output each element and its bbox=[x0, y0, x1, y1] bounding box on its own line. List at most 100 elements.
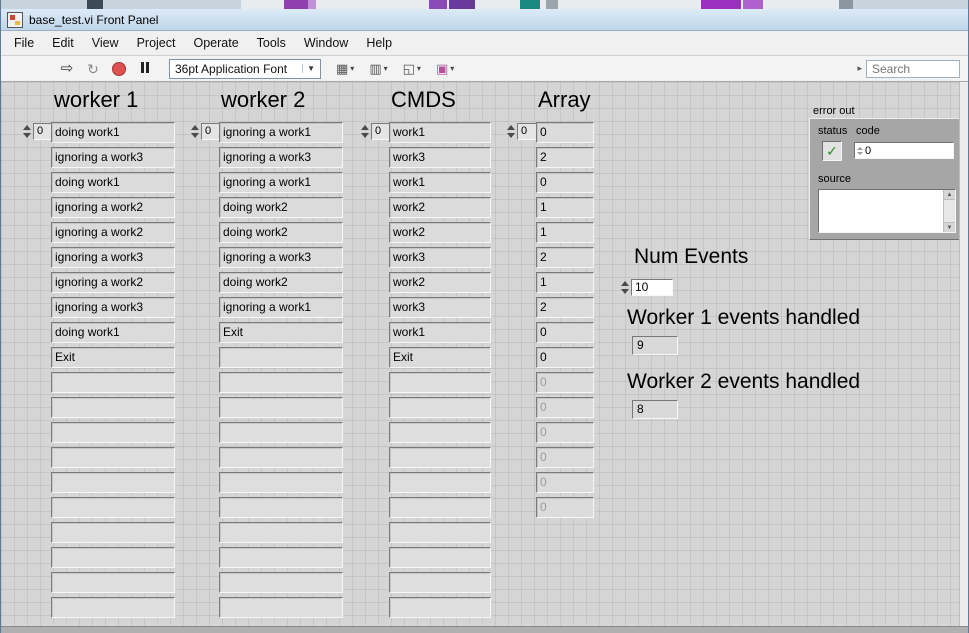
vertical-scrollbar[interactable] bbox=[959, 82, 968, 626]
array-cell[interactable]: 0 bbox=[536, 172, 594, 193]
worker1-cell[interactable]: Exit bbox=[51, 347, 175, 368]
increment-decrement-icon[interactable] bbox=[23, 125, 31, 138]
worker2-cell[interactable]: ignoring a work3 bbox=[219, 147, 343, 168]
worker1-cell[interactable]: doing work1 bbox=[51, 172, 175, 193]
array-cell[interactable]: 2 bbox=[536, 247, 594, 268]
worker1-cell[interactable] bbox=[51, 372, 175, 393]
horizontal-scrollbar[interactable] bbox=[1, 626, 968, 633]
cmds-cell[interactable] bbox=[389, 572, 491, 593]
worker2-cell[interactable]: doing work2 bbox=[219, 197, 343, 218]
array-cell[interactable]: 0 bbox=[536, 322, 594, 343]
search-scope-icon[interactable]: ▸ bbox=[857, 63, 862, 74]
num-events-control[interactable]: 10 bbox=[621, 279, 673, 296]
worker1-cell[interactable] bbox=[51, 572, 175, 593]
array-cell[interactable]: 0 bbox=[536, 422, 594, 443]
cmds-cell[interactable] bbox=[389, 422, 491, 443]
cmds-cell[interactable]: work3 bbox=[389, 147, 491, 168]
cmds-cell[interactable]: work1 bbox=[389, 122, 491, 143]
increment-decrement-icon[interactable] bbox=[507, 125, 515, 138]
worker2-cell[interactable] bbox=[219, 397, 343, 418]
titlebar[interactable]: base_test.vi Front Panel bbox=[1, 9, 968, 31]
worker2-cell[interactable] bbox=[219, 347, 343, 368]
menu-help[interactable]: Help bbox=[357, 33, 401, 53]
align-objects-dropdown[interactable]: ▦ ▾ bbox=[333, 60, 357, 77]
cmds-cell[interactable]: work2 bbox=[389, 197, 491, 218]
resize-objects-dropdown[interactable]: ◱ ▾ bbox=[400, 60, 424, 77]
cmds-cell[interactable] bbox=[389, 522, 491, 543]
cmds-cell[interactable]: work2 bbox=[389, 222, 491, 243]
array-cell[interactable]: 2 bbox=[536, 147, 594, 168]
worker2-cell[interactable]: doing work2 bbox=[219, 272, 343, 293]
worker1-cell[interactable] bbox=[51, 547, 175, 568]
cmds-cell[interactable]: work1 bbox=[389, 172, 491, 193]
cmds-cell[interactable]: work2 bbox=[389, 272, 491, 293]
worker2-cell[interactable] bbox=[219, 372, 343, 393]
worker1-cell[interactable] bbox=[51, 597, 175, 618]
cmds-cell[interactable]: work1 bbox=[389, 322, 491, 343]
increment-decrement-icon[interactable] bbox=[191, 125, 199, 138]
menu-view[interactable]: View bbox=[83, 33, 128, 53]
worker2-cell[interactable]: ignoring a work1 bbox=[219, 122, 343, 143]
worker1-cell[interactable]: ignoring a work2 bbox=[51, 197, 175, 218]
worker1-cell[interactable] bbox=[51, 447, 175, 468]
worker2-cell[interactable] bbox=[219, 472, 343, 493]
increment-decrement-icon[interactable] bbox=[621, 281, 629, 294]
array-cell[interactable]: 0 bbox=[536, 372, 594, 393]
worker1-cell[interactable]: ignoring a work2 bbox=[51, 222, 175, 243]
worker2-cell[interactable]: Exit bbox=[219, 322, 343, 343]
array-cell[interactable]: 0 bbox=[536, 397, 594, 418]
font-selector[interactable]: 36pt Application Font ▼ bbox=[169, 59, 321, 79]
menu-operate[interactable]: Operate bbox=[184, 33, 247, 53]
increment-decrement-icon[interactable] bbox=[361, 125, 369, 138]
pause-button[interactable] bbox=[133, 58, 157, 80]
worker2-cell[interactable] bbox=[219, 447, 343, 468]
array-cell[interactable]: 1 bbox=[536, 272, 594, 293]
worker2-cell[interactable] bbox=[219, 547, 343, 568]
worker2-cell[interactable] bbox=[219, 497, 343, 518]
worker2-cell[interactable]: ignoring a work3 bbox=[219, 247, 343, 268]
cmds-cell[interactable] bbox=[389, 472, 491, 493]
array-cell[interactable]: 0 bbox=[536, 122, 594, 143]
cmds-cell[interactable] bbox=[389, 497, 491, 518]
distribute-objects-dropdown[interactable]: ▥ ▾ bbox=[366, 60, 390, 77]
array-cell[interactable]: 0 bbox=[536, 472, 594, 493]
scroll-down-icon[interactable]: ▼ bbox=[944, 222, 955, 232]
cmds-cell[interactable] bbox=[389, 447, 491, 468]
worker1-cell[interactable]: ignoring a work3 bbox=[51, 247, 175, 268]
worker2-cell[interactable]: ignoring a work1 bbox=[219, 172, 343, 193]
run-button[interactable]: ⇨ bbox=[55, 58, 79, 80]
menu-file[interactable]: File bbox=[5, 33, 43, 53]
worker2-cell[interactable] bbox=[219, 597, 343, 618]
worker2-cell[interactable] bbox=[219, 522, 343, 543]
menu-window[interactable]: Window bbox=[295, 33, 357, 53]
worker1-cell[interactable]: ignoring a work3 bbox=[51, 147, 175, 168]
worker1-cell[interactable] bbox=[51, 397, 175, 418]
worker1-cell[interactable]: doing work1 bbox=[51, 122, 175, 143]
search-input[interactable] bbox=[866, 60, 960, 78]
worker2-cell[interactable] bbox=[219, 572, 343, 593]
num-events-value[interactable]: 10 bbox=[631, 279, 673, 296]
reorder-objects-dropdown[interactable]: ▣ ▾ bbox=[433, 60, 457, 77]
array-cell[interactable]: 0 bbox=[536, 497, 594, 518]
worker1-cell[interactable] bbox=[51, 497, 175, 518]
worker1-cell[interactable] bbox=[51, 472, 175, 493]
cmds-cell[interactable] bbox=[389, 372, 491, 393]
run-continuous-button[interactable]: ↻ bbox=[81, 58, 105, 80]
cmds-cell[interactable] bbox=[389, 547, 491, 568]
cmds-cell[interactable] bbox=[389, 397, 491, 418]
cmds-cell[interactable] bbox=[389, 597, 491, 618]
cmds-cell[interactable]: Exit bbox=[389, 347, 491, 368]
array-cell[interactable]: 1 bbox=[536, 222, 594, 243]
worker1-cell[interactable] bbox=[51, 522, 175, 543]
worker2-cell[interactable] bbox=[219, 422, 343, 443]
menu-edit[interactable]: Edit bbox=[43, 33, 83, 53]
scroll-up-icon[interactable]: ▲ bbox=[944, 190, 955, 200]
array-cell[interactable]: 2 bbox=[536, 297, 594, 318]
worker1-cell[interactable]: ignoring a work2 bbox=[51, 272, 175, 293]
worker1-cell[interactable]: ignoring a work3 bbox=[51, 297, 175, 318]
cmds-cell[interactable]: work3 bbox=[389, 247, 491, 268]
menu-project[interactable]: Project bbox=[128, 33, 185, 53]
menu-tools[interactable]: Tools bbox=[248, 33, 295, 53]
array-cell[interactable]: 0 bbox=[536, 447, 594, 468]
array-cell[interactable]: 0 bbox=[536, 347, 594, 368]
